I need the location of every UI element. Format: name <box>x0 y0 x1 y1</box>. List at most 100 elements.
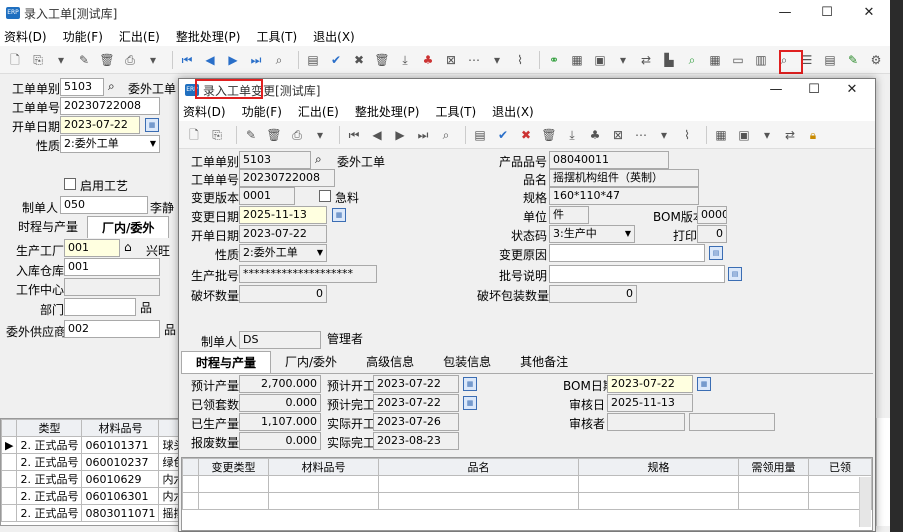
nature-select[interactable]: 2:委外工单 <box>239 244 327 262</box>
minimize-button[interactable]: — <box>764 0 806 26</box>
warehouse-field[interactable]: 001 <box>64 258 160 276</box>
next-icon[interactable]: ▶ <box>224 51 242 69</box>
copy-icon[interactable]: ⎘ <box>208 126 226 144</box>
query-icon[interactable]: ⌕ <box>270 51 288 69</box>
view-icon[interactable]: ▣ <box>735 126 753 144</box>
batch-desc-field[interactable] <box>549 265 725 283</box>
settings-icon[interactable]: ⚙ <box>867 51 885 69</box>
audit-date-field[interactable]: 2025-11-13 <box>607 394 693 412</box>
calendar-icon[interactable]: ▦ <box>463 396 477 410</box>
tab-schedule[interactable]: 时程与产量 <box>181 351 272 373</box>
supplier-field[interactable]: 002 <box>64 320 160 338</box>
menu-function[interactable]: 功能(F) <box>242 103 282 120</box>
next-icon[interactable]: ▶ <box>391 126 409 144</box>
menu-exit[interactable]: 退出(X) <box>313 28 355 45</box>
approve-icon[interactable]: ♣ <box>419 51 437 69</box>
confirm-icon[interactable]: ✔ <box>494 126 512 144</box>
copy-icon[interactable]: ⎘ <box>29 51 47 69</box>
attach-icon[interactable]: ⌇ <box>511 51 529 69</box>
enable-process-checkbox[interactable] <box>64 178 76 190</box>
status-select[interactable]: 3:生产中 <box>549 225 635 243</box>
bom-date-field[interactable]: 2023-07-22 <box>607 375 693 393</box>
link-icon[interactable]: ⚭ <box>545 51 563 69</box>
table-row[interactable]: 2. 正式品号 060010237 绿色 <box>0 453 189 471</box>
auditor-name-field[interactable] <box>689 413 775 431</box>
urgent-checkbox[interactable] <box>319 190 331 202</box>
tab-schedule[interactable]: 时程与产量 <box>10 216 87 238</box>
box-icon[interactable]: ▭ <box>729 51 747 69</box>
bom-version-field[interactable]: 0000 <box>697 206 727 224</box>
dropdown-icon[interactable]: ▾ <box>614 51 632 69</box>
calendar-icon[interactable]: ▦ <box>463 377 477 391</box>
transfer-icon[interactable]: ⇄ <box>781 126 799 144</box>
more-icon[interactable]: ⋯ <box>465 51 483 69</box>
version-field[interactable]: 0001 <box>239 187 295 205</box>
org-icon[interactable]: 品 <box>164 321 176 338</box>
attach-icon[interactable]: ⌇ <box>678 126 696 144</box>
org-icon[interactable]: 品 <box>140 299 152 316</box>
reason-field[interactable] <box>549 244 705 262</box>
report-icon[interactable]: ▦ <box>568 51 586 69</box>
menu-data[interactable]: 资料(D) <box>183 103 226 120</box>
menu-function[interactable]: 功能(F) <box>63 28 103 45</box>
workcenter-field[interactable] <box>64 278 160 296</box>
prev-icon[interactable]: ◀ <box>201 51 219 69</box>
menu-export[interactable]: 汇出(E) <box>298 103 339 120</box>
produced-field[interactable]: 1,107.000 <box>239 413 321 431</box>
last-icon[interactable]: ⏭ <box>247 51 265 69</box>
product-no-field[interactable]: 08040011 <box>549 151 669 169</box>
close-button[interactable]: ✕ <box>848 0 890 26</box>
import-icon[interactable]: ⤓ <box>563 126 581 144</box>
start-date-field[interactable]: 2023-07-22 <box>60 116 140 134</box>
maximize-button[interactable]: ☐ <box>793 79 835 101</box>
tab-inhouse-outsource[interactable]: 厂内/委外 <box>271 351 352 373</box>
actual-start-field[interactable]: 2023-07-26 <box>373 413 459 431</box>
calendar-icon[interactable]: ▦ <box>332 208 346 222</box>
maximize-button[interactable]: ☐ <box>806 0 848 26</box>
close-button[interactable]: ✕ <box>831 79 873 101</box>
delete-icon[interactable]: 🗑 <box>98 51 116 69</box>
new-icon[interactable]: 🗋 <box>185 126 203 144</box>
batch-desc-lookup-icon[interactable]: ▤ <box>728 267 742 281</box>
tab-packaging[interactable]: 包装信息 <box>429 351 506 373</box>
actual-end-field[interactable]: 2023-08-23 <box>373 432 459 450</box>
trash-icon[interactable]: 🗑 <box>373 51 391 69</box>
form-icon[interactable]: ▤ <box>304 51 322 69</box>
creator-field[interactable]: 050 <box>60 196 148 214</box>
dialog-creator-field[interactable]: DS <box>239 331 321 349</box>
unapprove-icon[interactable]: ⊠ <box>442 51 460 69</box>
lookup-icon[interactable]: ⌕ <box>315 152 322 167</box>
import-icon[interactable]: ⤓ <box>396 51 414 69</box>
table-row[interactable]: 2. 正式品号 06010629 内六 <box>0 470 189 488</box>
last-icon[interactable]: ⏭ <box>414 126 432 144</box>
stamp-icon[interactable]: ▙ <box>660 51 678 69</box>
lookup-icon[interactable]: ⌕ <box>108 79 115 94</box>
table-row[interactable]: 2. 正式品号 060106301 内六 <box>0 487 189 505</box>
menu-exit[interactable]: 退出(X) <box>492 103 534 120</box>
dropdown-icon[interactable]: ▾ <box>311 126 329 144</box>
edit-icon[interactable]: ✎ <box>75 51 93 69</box>
new-icon[interactable]: 🗋 <box>6 51 24 69</box>
menu-tools[interactable]: 工具(T) <box>256 28 297 45</box>
print-icon[interactable]: ⎙ <box>121 51 139 69</box>
doc-icon[interactable]: ▤ <box>821 51 839 69</box>
first-icon[interactable]: ⏮ <box>345 126 363 144</box>
menu-data[interactable]: 资料(D) <box>4 28 47 45</box>
print-field[interactable]: 0 <box>697 225 727 243</box>
grid-scrollbar[interactable] <box>859 477 871 527</box>
broken-pack-field[interactable]: 0 <box>549 285 637 303</box>
search-doc-icon[interactable]: ⌕ <box>683 51 701 69</box>
menu-tools[interactable]: 工具(T) <box>435 103 476 120</box>
auditor-id-field[interactable] <box>607 413 685 431</box>
nature-select[interactable]: 2:委外工单 <box>60 135 160 153</box>
delete-icon[interactable]: 🗑 <box>265 126 283 144</box>
grid-icon[interactable]: ▦ <box>706 51 724 69</box>
order-no-field[interactable]: 20230722008 <box>60 97 160 115</box>
unit-field[interactable]: 件 <box>549 206 589 224</box>
factory-field[interactable]: 001 <box>64 239 120 257</box>
dropdown-icon[interactable]: ▾ <box>758 126 776 144</box>
plan-qty-field[interactable]: 2,700.000 <box>239 375 321 393</box>
plan-end-field[interactable]: 2023-07-22 <box>373 394 459 412</box>
cancel-icon[interactable]: ✖ <box>350 51 368 69</box>
tab-other-notes[interactable]: 其他备注 <box>506 351 583 373</box>
